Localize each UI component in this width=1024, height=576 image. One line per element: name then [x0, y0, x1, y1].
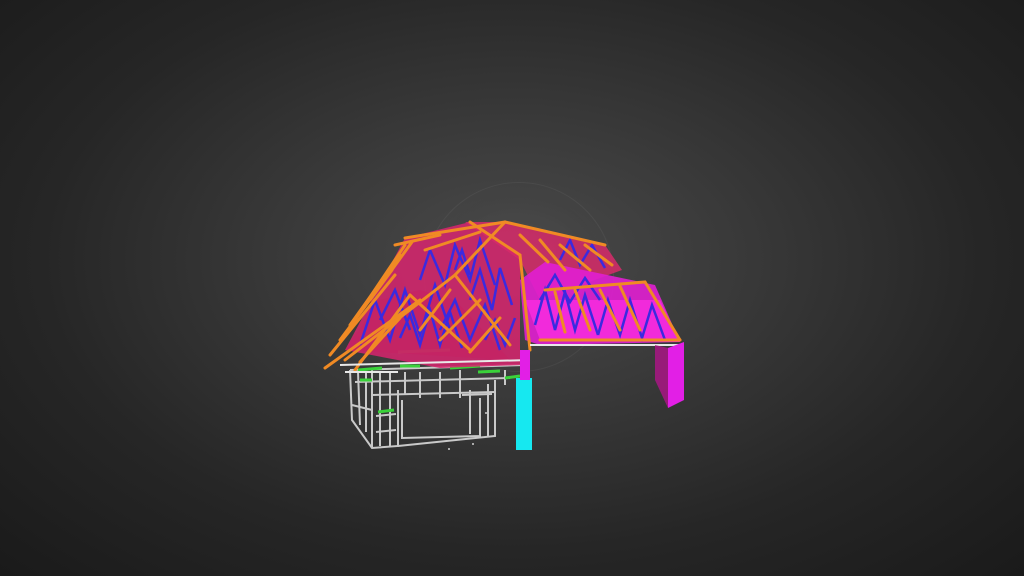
- cyan-column: [516, 378, 532, 450]
- wall-frame: [349, 364, 526, 450]
- model-viewer[interactable]: [0, 0, 1024, 576]
- 3d-viewport[interactable]: [0, 0, 1024, 576]
- stray-points: [448, 412, 487, 450]
- cyan-column-cap: [520, 350, 530, 380]
- house-frame-model[interactable]: [0, 0, 1024, 576]
- magenta-column: [668, 342, 684, 408]
- magenta-end-wall: [655, 345, 668, 408]
